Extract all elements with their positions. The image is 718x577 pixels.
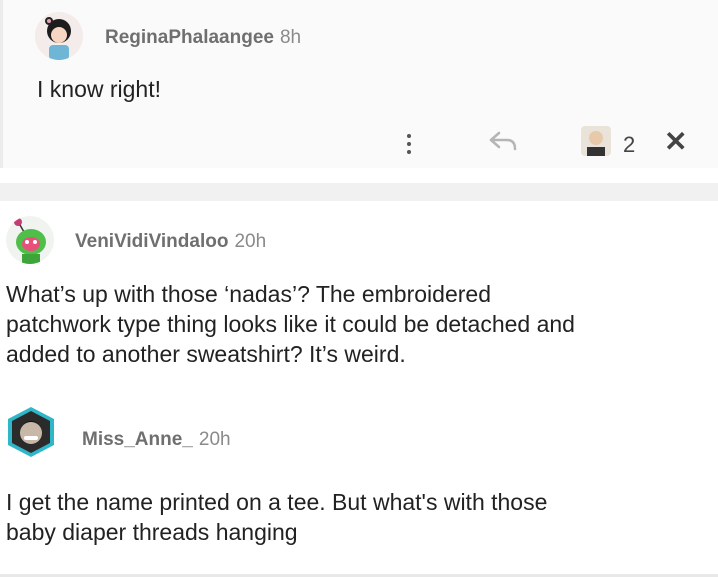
reaction-count: 2 — [623, 132, 636, 157]
comment-username[interactable]: ReginaPhalaangee 8h — [105, 27, 301, 49]
avatar[interactable] — [6, 216, 54, 264]
alien-avatar-icon — [6, 216, 54, 264]
comment-card: Miss_Anne_ 20h I get the name printed on … — [0, 391, 718, 577]
comment-text: I get the name printed on a tee. But wha… — [6, 489, 548, 545]
comment-username[interactable]: Miss_Anne_ 20h — [82, 429, 231, 451]
comment-time: 20h — [234, 231, 267, 252]
close-icon[interactable]: ✕ — [664, 128, 687, 156]
avatar[interactable] — [35, 12, 83, 60]
separator — [0, 183, 718, 201]
comment-card: ReginaPhalaangee 8h I know right! 2 ✕ — [0, 0, 718, 168]
avatar[interactable] — [4, 405, 58, 459]
comment-text: What’s up with those ‘nadas’? The embroi… — [6, 281, 575, 367]
username-text[interactable]: VeniVidiVindaloo — [75, 231, 228, 252]
comment-time: 8h — [279, 27, 302, 48]
comment-text: I know right! — [37, 76, 161, 102]
comment-card: VeniVidiVindaloo 20h What’s up with those… — [0, 201, 718, 391]
reactor-avatar[interactable] — [581, 126, 611, 156]
reply-arrow-icon[interactable] — [487, 127, 519, 160]
girl-avatar-icon — [35, 12, 83, 60]
hexagon-avatar-icon — [8, 407, 54, 457]
more-vertical-icon[interactable] — [399, 130, 419, 160]
username-text[interactable]: Miss_Anne_ — [82, 429, 193, 450]
username-text[interactable]: ReginaPhalaangee — [105, 27, 274, 48]
comment-time: 20h — [198, 429, 231, 450]
comment-username[interactable]: VeniVidiVindaloo 20h — [75, 231, 266, 253]
